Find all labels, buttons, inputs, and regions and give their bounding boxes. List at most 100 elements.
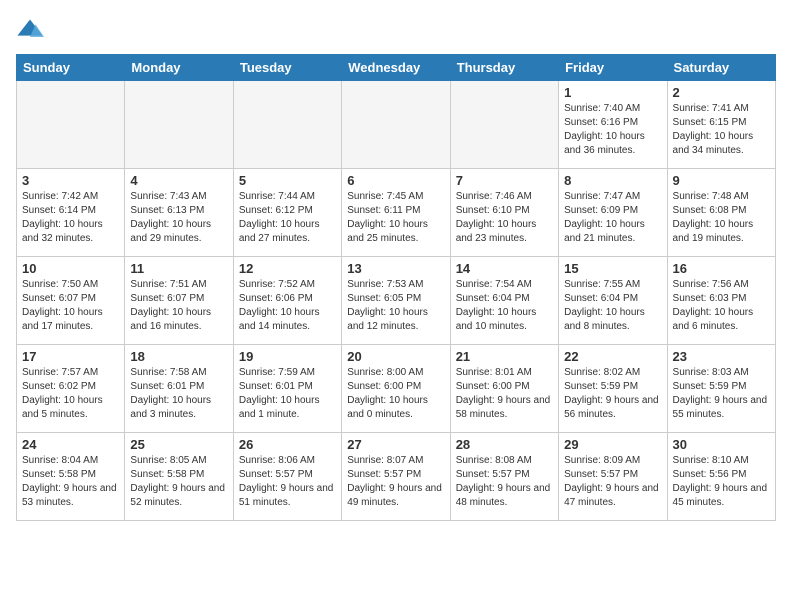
day-number: 6 bbox=[347, 173, 444, 188]
day-cell: 13 Sunrise: 7:53 AMSunset: 6:05 PMDayligh… bbox=[342, 257, 450, 345]
day-info: Sunrise: 7:52 AMSunset: 6:06 PMDaylight:… bbox=[239, 278, 336, 334]
day-info: Sunrise: 8:08 AMSunset: 5:57 PMDaylight:… bbox=[456, 454, 553, 510]
day-cell: 10 Sunrise: 7:50 AMSunset: 6:07 PMDayligh… bbox=[17, 257, 125, 345]
day-cell: 16 Sunrise: 7:56 AMSunset: 6:03 PMDayligh… bbox=[667, 257, 775, 345]
day-number: 16 bbox=[673, 261, 770, 276]
day-cell: 2Sunrise: 7:41 AMSunset: 6:15 PMDaylight… bbox=[667, 81, 775, 169]
day-cell: 12 Sunrise: 7:52 AMSunset: 6:06 PMDayligh… bbox=[233, 257, 341, 345]
day-number: 26 bbox=[239, 437, 336, 452]
day-info: Sunrise: 7:51 AMSunset: 6:07 PMDaylight:… bbox=[130, 278, 227, 334]
day-cell: 30 Sunrise: 8:10 AMSunset: 5:56 PMDayligh… bbox=[667, 433, 775, 521]
day-cell: 7 Sunrise: 7:46 AMSunset: 6:10 PMDaylight… bbox=[450, 169, 558, 257]
day-number: 21 bbox=[456, 349, 553, 364]
col-header-sunday: Sunday bbox=[17, 55, 125, 81]
day-cell: 22 Sunrise: 8:02 AMSunset: 5:59 PMDayligh… bbox=[559, 345, 667, 433]
day-info: Sunrise: 8:02 AMSunset: 5:59 PMDaylight:… bbox=[564, 366, 661, 422]
day-cell: 6 Sunrise: 7:45 AMSunset: 6:11 PMDaylight… bbox=[342, 169, 450, 257]
day-info: Sunrise: 7:48 AMSunset: 6:08 PMDaylight:… bbox=[673, 190, 770, 246]
day-number: 8 bbox=[564, 173, 661, 188]
day-cell: 3 Sunrise: 7:42 AMSunset: 6:14 PMDaylight… bbox=[17, 169, 125, 257]
day-number: 29 bbox=[564, 437, 661, 452]
day-cell: 17 Sunrise: 7:57 AMSunset: 6:02 PMDayligh… bbox=[17, 345, 125, 433]
day-number: 7 bbox=[456, 173, 553, 188]
day-cell bbox=[342, 81, 450, 169]
day-cell bbox=[450, 81, 558, 169]
day-number: 11 bbox=[130, 261, 227, 276]
day-info: Sunrise: 8:05 AMSunset: 5:58 PMDaylight:… bbox=[130, 454, 227, 510]
day-info: Sunrise: 7:53 AMSunset: 6:05 PMDaylight:… bbox=[347, 278, 444, 334]
main-container: SundayMondayTuesdayWednesdayThursdayFrid… bbox=[0, 0, 792, 529]
day-info: Sunrise: 8:01 AMSunset: 6:00 PMDaylight:… bbox=[456, 366, 553, 422]
day-info: Sunrise: 8:07 AMSunset: 5:57 PMDaylight:… bbox=[347, 454, 444, 510]
day-cell: 23Sunrise: 8:03 AMSunset: 5:59 PMDayligh… bbox=[667, 345, 775, 433]
day-info: Sunrise: 8:03 AMSunset: 5:59 PMDaylight:… bbox=[673, 366, 770, 422]
day-number: 22 bbox=[564, 349, 661, 364]
day-number: 14 bbox=[456, 261, 553, 276]
day-info: Sunrise: 7:40 AMSunset: 6:16 PMDaylight:… bbox=[564, 102, 661, 158]
day-cell: 20 Sunrise: 8:00 AMSunset: 6:00 PMDayligh… bbox=[342, 345, 450, 433]
day-info: Sunrise: 8:00 AMSunset: 6:00 PMDaylight:… bbox=[347, 366, 444, 422]
day-cell: 18 Sunrise: 7:58 AMSunset: 6:01 PMDayligh… bbox=[125, 345, 233, 433]
day-info: Sunrise: 7:58 AMSunset: 6:01 PMDaylight:… bbox=[130, 366, 227, 422]
day-info: Sunrise: 7:50 AMSunset: 6:07 PMDaylight:… bbox=[22, 278, 119, 334]
day-info: Sunrise: 7:46 AMSunset: 6:10 PMDaylight:… bbox=[456, 190, 553, 246]
day-info: Sunrise: 8:04 AMSunset: 5:58 PMDaylight:… bbox=[22, 454, 119, 510]
day-number: 13 bbox=[347, 261, 444, 276]
day-cell: 27 Sunrise: 8:07 AMSunset: 5:57 PMDayligh… bbox=[342, 433, 450, 521]
day-number: 30 bbox=[673, 437, 770, 452]
day-cell: 25Sunrise: 8:05 AMSunset: 5:58 PMDayligh… bbox=[125, 433, 233, 521]
col-header-monday: Monday bbox=[125, 55, 233, 81]
day-number: 1 bbox=[564, 85, 661, 100]
day-info: Sunrise: 7:43 AMSunset: 6:13 PMDaylight:… bbox=[130, 190, 227, 246]
day-number: 28 bbox=[456, 437, 553, 452]
day-info: Sunrise: 7:44 AMSunset: 6:12 PMDaylight:… bbox=[239, 190, 336, 246]
col-header-thursday: Thursday bbox=[450, 55, 558, 81]
day-info: Sunrise: 7:55 AMSunset: 6:04 PMDaylight:… bbox=[564, 278, 661, 334]
day-cell: 28 Sunrise: 8:08 AMSunset: 5:57 PMDayligh… bbox=[450, 433, 558, 521]
day-cell: 4Sunrise: 7:43 AMSunset: 6:13 PMDaylight… bbox=[125, 169, 233, 257]
day-number: 20 bbox=[347, 349, 444, 364]
day-number: 2 bbox=[673, 85, 770, 100]
day-cell: 19Sunrise: 7:59 AMSunset: 6:01 PMDayligh… bbox=[233, 345, 341, 433]
day-info: Sunrise: 7:56 AMSunset: 6:03 PMDaylight:… bbox=[673, 278, 770, 334]
day-number: 10 bbox=[22, 261, 119, 276]
day-number: 3 bbox=[22, 173, 119, 188]
day-cell: 9 Sunrise: 7:48 AMSunset: 6:08 PMDaylight… bbox=[667, 169, 775, 257]
day-cell: 1 Sunrise: 7:40 AMSunset: 6:16 PMDaylight… bbox=[559, 81, 667, 169]
week-row-5: 24 Sunrise: 8:04 AMSunset: 5:58 PMDayligh… bbox=[17, 433, 776, 521]
header bbox=[16, 16, 776, 44]
day-info: Sunrise: 7:42 AMSunset: 6:14 PMDaylight:… bbox=[22, 190, 119, 246]
day-info: Sunrise: 7:47 AMSunset: 6:09 PMDaylight:… bbox=[564, 190, 661, 246]
day-cell: 26Sunrise: 8:06 AMSunset: 5:57 PMDayligh… bbox=[233, 433, 341, 521]
day-cell: 29 Sunrise: 8:09 AMSunset: 5:57 PMDayligh… bbox=[559, 433, 667, 521]
day-info: Sunrise: 8:10 AMSunset: 5:56 PMDaylight:… bbox=[673, 454, 770, 510]
day-cell: 8 Sunrise: 7:47 AMSunset: 6:09 PMDaylight… bbox=[559, 169, 667, 257]
day-number: 17 bbox=[22, 349, 119, 364]
day-info: Sunrise: 7:57 AMSunset: 6:02 PMDaylight:… bbox=[22, 366, 119, 422]
col-header-saturday: Saturday bbox=[667, 55, 775, 81]
week-row-1: 1 Sunrise: 7:40 AMSunset: 6:16 PMDaylight… bbox=[17, 81, 776, 169]
day-number: 12 bbox=[239, 261, 336, 276]
day-info: Sunrise: 7:45 AMSunset: 6:11 PMDaylight:… bbox=[347, 190, 444, 246]
day-info: Sunrise: 7:59 AMSunset: 6:01 PMDaylight:… bbox=[239, 366, 336, 422]
logo bbox=[16, 16, 46, 44]
day-cell bbox=[125, 81, 233, 169]
week-row-2: 3 Sunrise: 7:42 AMSunset: 6:14 PMDaylight… bbox=[17, 169, 776, 257]
day-cell: 14 Sunrise: 7:54 AMSunset: 6:04 PMDayligh… bbox=[450, 257, 558, 345]
day-number: 18 bbox=[130, 349, 227, 364]
day-cell bbox=[233, 81, 341, 169]
calendar-header-row: SundayMondayTuesdayWednesdayThursdayFrid… bbox=[17, 55, 776, 81]
day-number: 27 bbox=[347, 437, 444, 452]
day-number: 24 bbox=[22, 437, 119, 452]
day-info: Sunrise: 8:09 AMSunset: 5:57 PMDaylight:… bbox=[564, 454, 661, 510]
week-row-4: 17 Sunrise: 7:57 AMSunset: 6:02 PMDayligh… bbox=[17, 345, 776, 433]
logo-icon bbox=[16, 16, 44, 44]
day-info: Sunrise: 7:54 AMSunset: 6:04 PMDaylight:… bbox=[456, 278, 553, 334]
col-header-wednesday: Wednesday bbox=[342, 55, 450, 81]
col-header-friday: Friday bbox=[559, 55, 667, 81]
day-number: 9 bbox=[673, 173, 770, 188]
day-cell bbox=[17, 81, 125, 169]
day-cell: 11 Sunrise: 7:51 AMSunset: 6:07 PMDayligh… bbox=[125, 257, 233, 345]
week-row-3: 10 Sunrise: 7:50 AMSunset: 6:07 PMDayligh… bbox=[17, 257, 776, 345]
day-cell: 24 Sunrise: 8:04 AMSunset: 5:58 PMDayligh… bbox=[17, 433, 125, 521]
